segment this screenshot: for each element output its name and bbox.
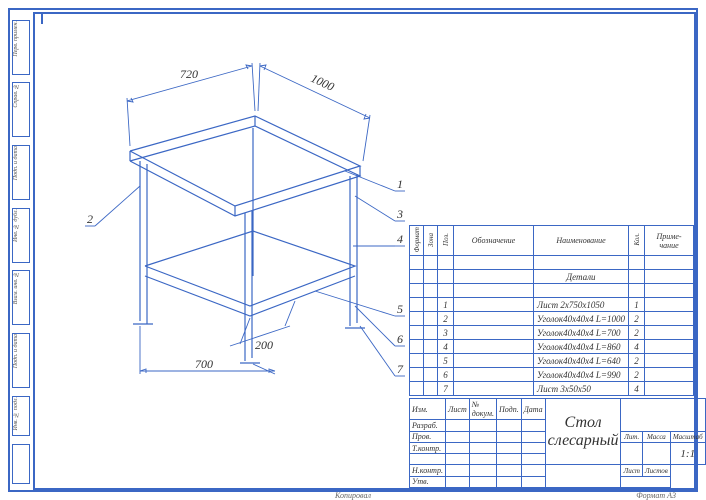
dim-720: 720 bbox=[180, 67, 198, 81]
isometric-drawing: 720 1000 200 700 1 2 3 4 5 6 7 bbox=[45, 16, 405, 386]
dim-700: 700 bbox=[195, 357, 213, 371]
stub: Справ. № bbox=[12, 82, 30, 137]
leader-1: 1 bbox=[397, 177, 403, 191]
footer-format: Формат А3 bbox=[636, 491, 676, 500]
stub bbox=[12, 444, 30, 484]
section-title: Детали bbox=[534, 270, 629, 284]
stub: Подп. и дата bbox=[12, 333, 30, 388]
dim-200: 200 bbox=[255, 338, 273, 352]
leader-2: 2 bbox=[87, 212, 93, 226]
leader-3: 3 bbox=[396, 207, 403, 221]
table-row: 2Уголок40х40х4 L=10002 bbox=[410, 312, 694, 326]
leader-5: 5 bbox=[397, 302, 403, 316]
stub: Инв. № подл. bbox=[12, 396, 30, 436]
parts-list: Формат Зона Поз. Обозначение Наименовани… bbox=[409, 225, 694, 396]
table-row: 5Уголок40х40х4 L=6402 bbox=[410, 354, 694, 368]
table-row: 4Уголок40х40х4 L=8604 bbox=[410, 340, 694, 354]
title-block: Изм. Лист № докум. Подп. Дата Стол слеса… bbox=[409, 398, 694, 488]
table-row: 1Лист 2х750х10501 bbox=[410, 298, 694, 312]
stub: Перв. примен. bbox=[12, 20, 30, 75]
footer-copy: Копировал bbox=[335, 491, 371, 500]
stub: Взам. инв. № bbox=[12, 270, 30, 325]
dim-1000: 1000 bbox=[309, 71, 337, 94]
table-row: 7Лист 3х50х504 bbox=[410, 382, 694, 396]
drawing-title: Стол слесарный bbox=[545, 399, 621, 465]
leader-6: 6 bbox=[397, 332, 403, 346]
stub: Инв. № дубл. bbox=[12, 208, 30, 263]
leader-4: 4 bbox=[397, 232, 403, 246]
stub: Подп. и дата bbox=[12, 145, 30, 200]
table-row: 3Уголок40х40х4 L=7002 bbox=[410, 326, 694, 340]
leader-7: 7 bbox=[397, 362, 404, 376]
table-row: 6Уголок40х40х4 L=9902 bbox=[410, 368, 694, 382]
